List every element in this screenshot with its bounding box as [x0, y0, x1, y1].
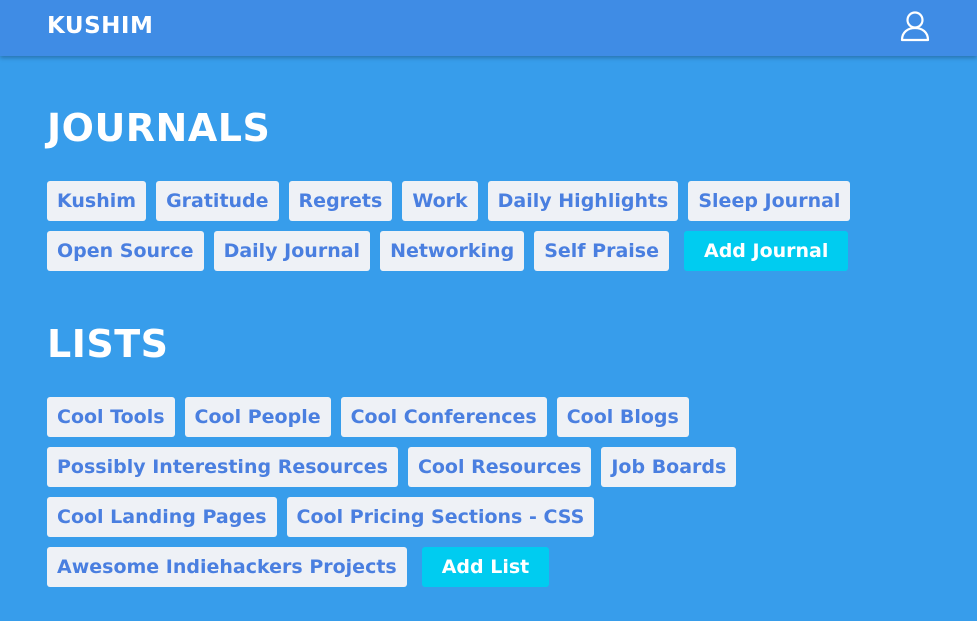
journals-row-1: Kushim Gratitude Regrets Work Daily High… [47, 181, 851, 221]
lists-row-1: Cool Tools Cool People Cool Conferences … [47, 397, 689, 437]
lists-row-4: Awesome Indiehackers Projects Add List [47, 547, 550, 587]
lists-row-3: Cool Landing Pages Cool Pricing Sections… [47, 497, 595, 537]
list-tag[interactable]: Cool Conferences [340, 397, 547, 437]
list-tag[interactable]: Possibly Interesting Resources [47, 447, 398, 487]
brand-logo[interactable]: KUSHIM [47, 12, 153, 40]
list-tag[interactable]: Cool Resources [407, 447, 592, 487]
list-tag[interactable]: Cool Tools [47, 397, 175, 437]
list-tag[interactable]: Cool Pricing Sections - CSS [286, 497, 595, 537]
journal-tag[interactable]: Open Source [47, 231, 204, 271]
add-journal-button[interactable]: Add Journal [683, 231, 849, 271]
list-tag[interactable]: Cool Landing Pages [47, 497, 277, 537]
journal-tag[interactable]: Kushim [47, 181, 147, 221]
journal-tag[interactable]: Gratitude [156, 181, 279, 221]
journals-row-2: Open Source Daily Journal Networking Sel… [47, 231, 849, 271]
list-tag[interactable]: Job Boards [601, 447, 737, 487]
journal-tag[interactable]: Work [402, 181, 478, 221]
list-tag[interactable]: Awesome Indiehackers Projects [47, 547, 407, 587]
journal-tag[interactable]: Regrets [288, 181, 393, 221]
top-navbar: KUSHIM [0, 0, 977, 56]
journal-tag[interactable]: Daily Journal [213, 231, 371, 271]
add-list-button[interactable]: Add List [421, 547, 550, 587]
user-icon[interactable] [900, 10, 930, 42]
journals-heading: JOURNALS [47, 106, 271, 150]
lists-heading: LISTS [47, 322, 169, 366]
list-tag[interactable]: Cool People [184, 397, 331, 437]
journal-tag[interactable]: Sleep Journal [688, 181, 851, 221]
journal-tag[interactable]: Networking [380, 231, 525, 271]
lists-row-2: Possibly Interesting Resources Cool Reso… [47, 447, 737, 487]
journal-tag[interactable]: Self Praise [534, 231, 669, 271]
journal-tag[interactable]: Daily Highlights [487, 181, 679, 221]
list-tag[interactable]: Cool Blogs [556, 397, 689, 437]
